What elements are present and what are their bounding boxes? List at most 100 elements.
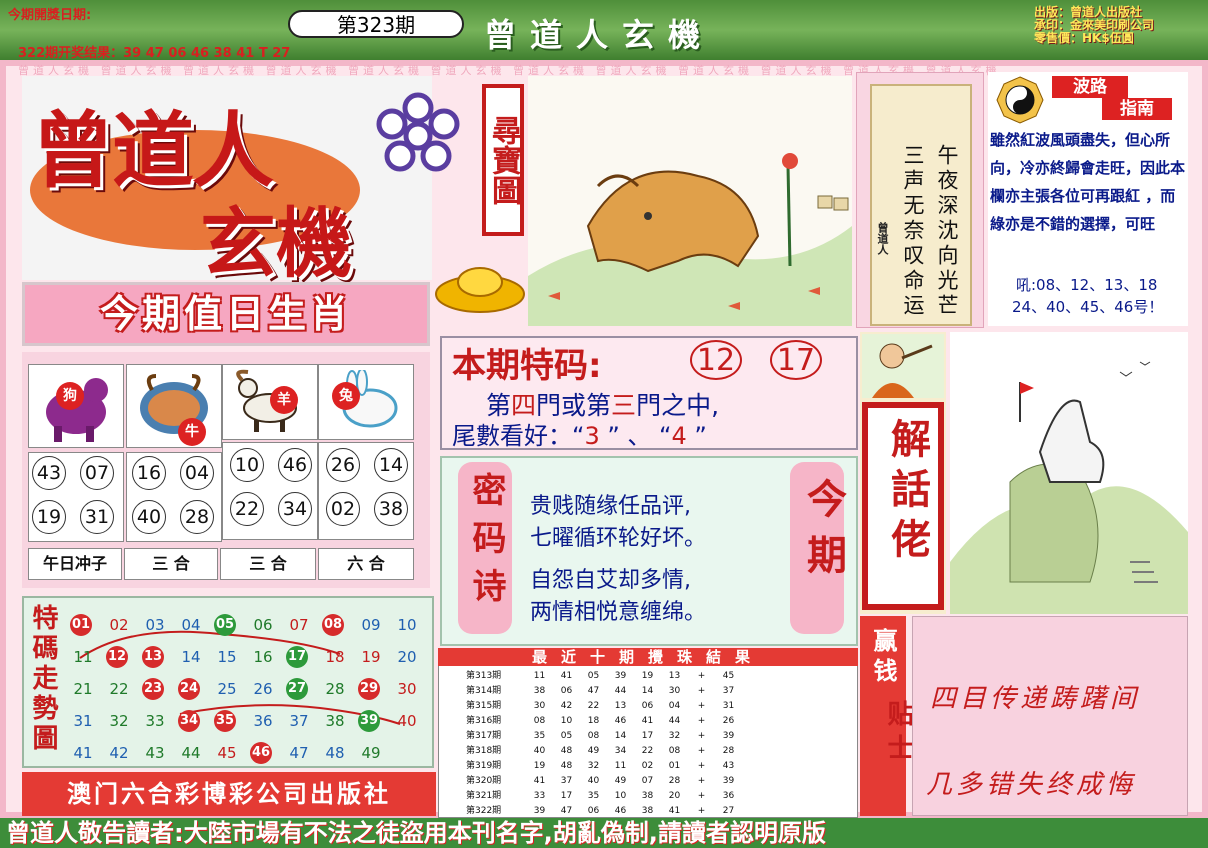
results-row: 第322期 39 47 06 46 38 41 +27 [440,803,856,818]
results-number: 19 [641,671,654,681]
results-number: + [697,776,706,786]
trend-number: 10 [397,616,417,634]
header-title: 曾道人玄機 [484,16,715,54]
results-number: 05 [587,671,600,681]
trend-number: 34 [178,710,200,732]
results-number: 47 [587,686,600,696]
zodiac-label-goat: 三 合 [220,548,316,580]
results-number: + [697,716,706,726]
tail-hint-part: ” [686,422,707,450]
trend-number: 40 [397,712,417,730]
poem-author: 曾道人 [876,222,889,255]
treasure-map-tag: 尋寶圖 [482,84,524,236]
results-number: 31 [722,701,735,711]
trend-number: 35 [214,710,236,732]
trend-number: 11 [73,648,93,666]
results-number: 43 [722,761,735,771]
trend-number: 43 [145,744,165,762]
flower-ornament-icon [376,92,460,172]
results-number: 01 [668,761,681,771]
number-ball: 43 [32,456,66,490]
trend-number: 20 [397,648,417,666]
wave-guide-title-2: 指南 [1102,98,1172,120]
results-row: 第313期 11 41 05 39 19 13 +45 [440,668,856,683]
results-issue: 第320期 [466,776,502,786]
wave-guide-title-1: 波路 [1052,76,1128,98]
results-number: 39 [722,731,735,741]
results-number: 40 [587,776,600,786]
trend-number: 09 [361,616,381,634]
publisher-info: 出版：曾道人出版社 承印：金來美印刷公司 零售價：HK$伍圓 [1034,6,1154,45]
results-number: 11 [533,671,546,681]
results-issue: 第321期 [466,791,502,801]
trend-number: 27 [286,678,308,700]
results-number: 26 [722,716,735,726]
results-number: 10 [614,791,627,801]
poem-line-1: 午夜深沈向光芒 [935,144,959,319]
trend-number: 28 [325,680,345,698]
trend-number: 46 [250,742,272,764]
wave-guide-text: 雖然紅波風頭盡失，但心所向，冷亦終歸會走旺，因此本欄亦主張各位可再跟紅 ，而 綠… [990,131,1186,233]
results-number: 38 [533,686,546,696]
wave-guide-numbers-2: 24、40、45、46号！ [1012,298,1164,316]
results-number: 18 [587,716,600,726]
trend-number: 06 [253,616,273,634]
results-issue: 第316期 [466,716,502,726]
results-table-title: 最近十期攪珠結果 [438,648,858,666]
trend-number: 23 [142,678,164,700]
special-code-2: 17 [770,340,822,380]
results-number: + [697,701,706,711]
results-row: 第321期 33 17 35 10 38 20 +36 [440,788,856,803]
results-number: 39 [614,671,627,681]
results-number: 17 [641,731,654,741]
zodiac-label-rabbit: 六 合 [318,548,414,580]
results-number: 39 [533,806,546,816]
results-issue: 第318期 [466,746,502,756]
number-ball: 28 [180,500,214,534]
tail-hint-number: 3 [584,422,600,450]
number-ball: 19 [32,500,66,534]
results-issue: 第322期 [466,806,502,816]
number-ball: 07 [80,456,114,490]
results-number: 46 [614,716,627,726]
results-number: 48 [560,761,573,771]
trend-number: 30 [397,680,417,698]
trend-number: 45 [217,744,237,762]
results-issue: 第313期 [466,671,502,681]
results-number: 22 [587,701,600,711]
results-number: 37 [560,776,573,786]
results-number: 48 [560,746,573,756]
trend-number: 05 [214,614,236,636]
trend-number: 19 [361,648,381,666]
zodiac-name-rabbit: 兔 [332,382,360,410]
results-number: 47 [560,806,573,816]
special-tail-hint: 尾數看好：“3 ” 、 “4 ” [452,416,707,451]
results-issue: 第319期 [466,761,502,771]
trend-number: 18 [325,648,345,666]
results-number: + [697,686,706,696]
results-number: 45 [722,671,735,681]
results-number: 32 [587,761,600,771]
results-number: 06 [641,701,654,711]
results-issue: 第314期 [466,686,502,696]
trend-number: 17 [286,646,308,668]
secret-poem-line: 两情相悦意缠绵。 [530,600,707,625]
trend-number: 08 [322,614,344,636]
results-row: 第315期 30 42 22 13 06 04 +31 [440,698,856,713]
results-number: 08 [533,716,546,726]
trend-number: 39 [358,710,380,732]
trend-number: 14 [181,648,201,666]
results-number: 07 [641,776,654,786]
tail-hint-number: 4 [671,422,687,450]
results-number: + [697,671,706,681]
zodiac-label-ox: 三 合 [124,548,218,580]
results-number: 41 [560,671,573,681]
trend-number: 07 [289,616,309,634]
trend-number: 29 [358,678,380,700]
tail-hint-part: ” 、 “ [599,422,672,450]
results-number: 39 [722,776,735,786]
results-number: 10 [560,716,573,726]
secret-poem-line: 自怨自艾却多情, [530,568,691,593]
results-number: 42 [560,701,573,711]
yin-yang-icon [996,76,1044,124]
